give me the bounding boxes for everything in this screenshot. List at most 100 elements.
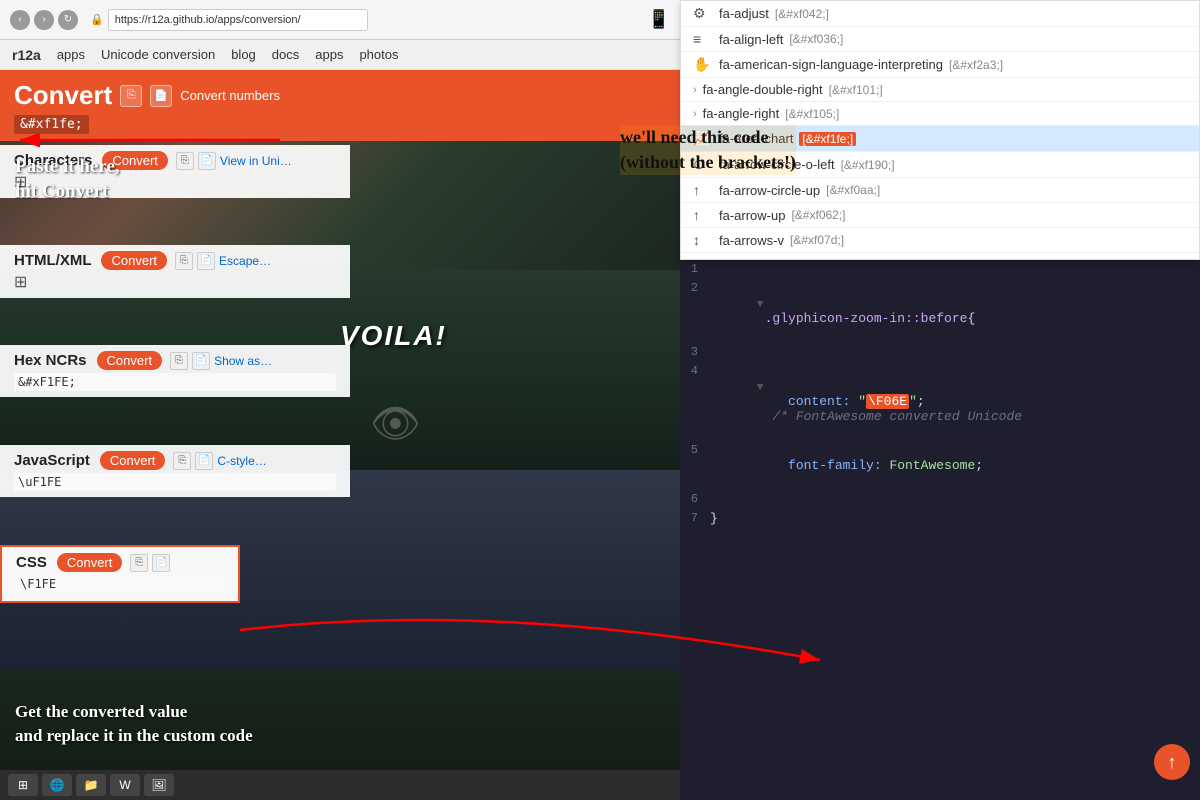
dropdown-item-code: [&#xf0aa;] (826, 183, 880, 197)
arrow-circle-icon: ⊙ (693, 156, 713, 173)
dropdown-item-name: fa-arrows-v (719, 233, 784, 248)
code-line-4: 4 ▼ content: "\F06E"; /* FontAwesome con… (680, 362, 1200, 441)
dropdown-item-name: fa-arrow-circle-up (719, 183, 820, 198)
characters-file-icon[interactable]: 📄 (198, 152, 216, 170)
javascript-icons: ⎘ 📄 (173, 452, 213, 470)
refresh-button[interactable]: ↻ (58, 10, 78, 30)
dropdown-item-code: [&#xf190;] (841, 158, 895, 172)
align-left-icon: ≡ (693, 31, 713, 47)
htmlxml-file-icon[interactable]: 📄 (197, 252, 215, 270)
taskbar-btn-3[interactable]: 📁 (76, 774, 106, 796)
dropdown-item-name: fa-american-sign-language-interpreting (719, 57, 943, 72)
characters-label: Characters (14, 152, 92, 169)
nav-bar: r12a apps Unicode conversion blog docs a… (0, 40, 680, 70)
arrow-up-icon: ↑ (693, 207, 713, 223)
htmlxml-copy-icon[interactable]: ⎘ (175, 252, 193, 270)
line-num-1: 1 (680, 262, 710, 276)
dropdown-item-area-chart[interactable]: 📈 fa-area-chart [&#xf1fe;] (681, 126, 1199, 152)
dropdown-item-angle-double[interactable]: › fa-angle-double-right [&#xf101;] (681, 78, 1199, 102)
dropdown-item-code-highlight: [&#xf1fe;] (799, 132, 856, 146)
code-content-1 (710, 262, 1200, 277)
htmlxml-escape-link[interactable]: Escape… (219, 254, 271, 268)
nav-buttons: ‹ › ↻ (10, 10, 78, 30)
css-output: \F1FE (16, 575, 224, 593)
code-selector: .glyphicon-zoom-in::before (757, 311, 968, 326)
back-button[interactable]: ‹ (10, 10, 30, 30)
htmlxml-label: HTML/XML (14, 252, 91, 269)
forward-button[interactable]: › (34, 10, 54, 30)
code-line-1: 1 (680, 260, 1200, 279)
area-chart-icon: 📈 (693, 130, 713, 147)
arrows-v-icon: ↕ (693, 232, 713, 248)
nav-docs[interactable]: docs (272, 47, 299, 62)
htmlxml-section: HTML/XML Convert ⎘ 📄 Escape… ⊞ (0, 245, 350, 298)
dropdown-item-name: fa-angle-right (703, 106, 780, 121)
characters-section: Characters Convert ⎘ 📄 View in Uni… ⊞ (0, 145, 350, 198)
hexncrs-icons: ⎘ 📄 (170, 352, 210, 370)
address-bar: ‹ › ↻ 🔒 📱 (0, 0, 680, 40)
dropdown-item-name: fa-adjust (719, 6, 769, 21)
arrow-icon: › (693, 108, 697, 120)
nav-photos[interactable]: photos (359, 47, 398, 62)
hexncrs-convert-btn[interactable]: Convert (97, 351, 163, 370)
css-convert-btn[interactable]: Convert (57, 553, 123, 572)
line-num-2: 2 (680, 281, 710, 295)
dropdown-item-code: [&#xf042;] (775, 7, 829, 21)
line-num-3: 3 (680, 345, 710, 359)
characters-grid: ⊞ (14, 172, 336, 192)
page-title: Convert (14, 80, 112, 111)
header-section: Convert ⎘ 📄 Convert numbers &#xf1fe; (0, 70, 680, 141)
dropdown-item-arrow-circle-up[interactable]: ↑ fa-arrow-circle-up [&#xf0aa;] (681, 178, 1199, 203)
dropdown-item-code: [&#xf101;] (829, 83, 883, 97)
dropdown-item-code: [&#xf036;] (789, 32, 843, 46)
htmlxml-icons: ⎘ 📄 (175, 252, 215, 270)
dropdown-item-code: [&#xf105;] (785, 107, 839, 121)
javascript-label: JavaScript (14, 452, 90, 469)
javascript-copy-icon[interactable]: ⎘ (173, 452, 191, 470)
javascript-cstyle-link[interactable]: C-style… (217, 454, 266, 468)
hexncrs-copy-icon[interactable]: ⎘ (170, 352, 188, 370)
code-line-5: 5 font-family: FontAwesome; (680, 441, 1200, 490)
code-line-2: 2 ▼ .glyphicon-zoom-in::before{ (680, 279, 1200, 343)
url-bar[interactable] (108, 9, 368, 31)
taskbar-btn-5[interactable]: 🖼 (144, 774, 174, 796)
scroll-to-top-btn[interactable]: ↑ (1154, 744, 1190, 780)
characters-copy-icon[interactable]: ⎘ (176, 152, 194, 170)
arrow-circle-up-icon: ↑ (693, 182, 713, 198)
nav-apps[interactable]: apps (315, 47, 343, 62)
dropdown-item-arrow-up[interactable]: ↑ fa-arrow-up [&#xf062;] (681, 203, 1199, 228)
file-icon-btn[interactable]: 📄 (150, 85, 172, 107)
css-copy-icon[interactable]: ⎘ (130, 554, 148, 572)
line-num-5: 5 (680, 443, 710, 457)
nav-separator: apps (57, 47, 85, 62)
javascript-convert-btn[interactable]: Convert (100, 451, 166, 470)
hexncrs-file-icon[interactable]: 📄 (192, 352, 210, 370)
characters-convert-btn[interactable]: Convert (102, 151, 168, 170)
dropdown-item-angle-right[interactable]: › fa-angle-right [&#xf105;] (681, 102, 1199, 126)
dropdown-item-asl[interactable]: ✋ fa-american-sign-language-interpreting… (681, 52, 1199, 78)
dropdown-item-code: [&#xf07d;] (790, 233, 844, 247)
dropdown-item-alignleft[interactable]: ≡ fa-align-left [&#xf036;] (681, 27, 1199, 52)
copy-icon-btn[interactable]: ⎘ (120, 85, 142, 107)
dropdown-item-arrow-circle-o[interactable]: ⊙ fa-arrow-circle-o-left [&#xf190;] (681, 152, 1199, 178)
dropdown-item-name: fa-area-chart (719, 131, 793, 146)
htmlxml-convert-btn[interactable]: Convert (101, 251, 167, 270)
code-line-6: 6 (680, 490, 1200, 509)
css-file-icon[interactable]: 📄 (152, 554, 170, 572)
css-label: CSS (16, 554, 47, 571)
line-num-4: 4 (680, 364, 710, 378)
characters-view-link[interactable]: View in Uni… (220, 154, 292, 168)
hexncrs-show-link[interactable]: Show as… (214, 354, 272, 368)
header-input-display: &#xf1fe; (14, 115, 89, 134)
code-content-5: font-family: FontAwesome; (710, 443, 1200, 488)
javascript-file-icon[interactable]: 📄 (195, 452, 213, 470)
taskbar-btn-2[interactable]: 🌐 (42, 774, 72, 796)
taskbar-btn-1[interactable]: ⊞ (8, 774, 38, 796)
nav-blog[interactable]: blog (231, 47, 256, 62)
asl-icon: ✋ (693, 56, 713, 73)
taskbar: ⊞ 🌐 📁 W 🖼 (0, 770, 680, 800)
taskbar-btn-4[interactable]: W (110, 774, 140, 796)
dropdown-item-adjust[interactable]: ⚙ fa-adjust [&#xf042;] (681, 1, 1199, 27)
line-num-7: 7 (680, 511, 710, 525)
dropdown-item-arrows-v[interactable]: ↕ fa-arrows-v [&#xf07d;] (681, 228, 1199, 253)
